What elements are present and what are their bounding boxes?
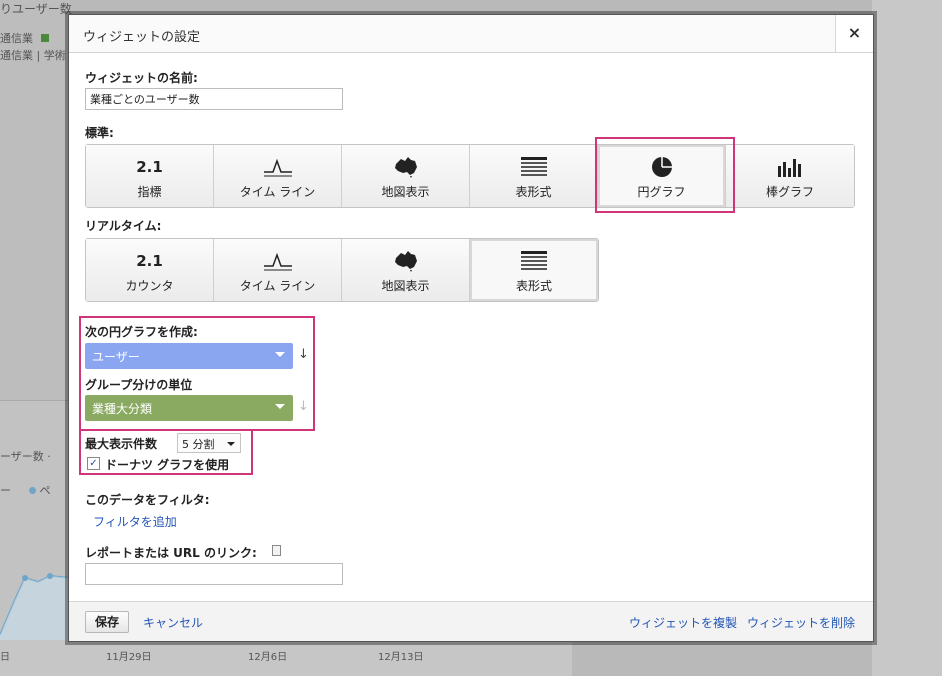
type-label: 棒グラフ [765,185,814,199]
axis-label: 12月6日 [248,652,288,663]
background-series-legend: ー ペ [0,484,51,497]
realtime-timeline-button[interactable]: タイム ライン [214,239,342,301]
type-label: タイム ライン [239,185,316,199]
background-line-chart [0,573,70,640]
chevron-down-icon [227,442,235,446]
map-australia-icon [342,250,469,272]
document-icon [272,545,281,556]
table-icon [470,156,597,178]
type-label: 地図表示 [381,279,430,293]
chevron-down-icon [275,404,285,409]
background-legend: 通信業 [0,30,49,46]
dialog-title: ウィジェットの設定 [83,30,201,45]
background-title: りユーザー数 [0,2,72,16]
counter-icon: 2.1 [136,252,163,270]
type-label: 表形式 [515,185,552,199]
realtime-table-button[interactable]: 表形式 [470,239,598,301]
type-label: カウンタ [125,279,174,293]
delete-widget-link[interactable]: ウィジェットを削除 [747,614,855,631]
timeline-icon [214,250,341,272]
dialog-footer: 保存 キャンセル ウィジェットを複製 ウィジェットを削除 [69,601,873,641]
realtime-counter-button[interactable]: 2.1 カウンタ [86,239,214,301]
background-section-label: ーザー数 · [0,450,51,463]
group-dropdown-value: 業種大分類 [92,402,153,416]
dialog-body: ウィジェットの名前: 標準: 2.1 指標 タイム ライン 地図表示 [69,53,873,601]
table-icon [470,250,598,272]
realtime-map-button[interactable]: 地図表示 [342,239,470,301]
map-australia-icon [342,156,469,178]
close-button[interactable]: × [835,15,873,52]
dialog-header: ウィジェットの設定 × [69,15,873,53]
type-label: 指標 [137,185,162,199]
add-filter-link[interactable]: フィルタを追加 [93,513,177,530]
pie-highlight-box [595,137,735,213]
background-right-panel [872,0,942,676]
type-bar-button[interactable]: 棒グラフ [726,145,854,207]
arrow-down-icon: ↓ [298,399,309,414]
group-dropdown[interactable]: 業種大分類 [85,395,293,421]
realtime-label: リアルタイム: [85,219,162,233]
max-items-value: 5 分割 [182,438,215,451]
legend-swatch [41,34,49,42]
axis-label: 11月29日 [106,652,152,663]
standard-type-group: 2.1 指標 タイム ライン 地図表示 表形式 円グラフ 棒グラフ [85,144,855,208]
metric-dropdown-value: ユーザー [92,350,140,364]
duplicate-widget-link[interactable]: ウィジェットを複製 [629,614,737,631]
realtime-type-group: 2.1 カウンタ タイム ライン 地図表示 表形式 [85,238,599,302]
bar-chart-icon [726,156,854,178]
save-button[interactable]: 保存 [85,611,129,633]
report-link-label: レポートまたは URL のリンク: [85,546,257,560]
background-legend-2: 通信業 | 学術 [0,49,66,62]
metric-icon: 2.1 [136,158,163,176]
widget-name-label: ウィジェットの名前: [85,71,198,85]
donut-checkbox[interactable]: ✓ [87,457,100,470]
type-timeline-button[interactable]: タイム ライン [214,145,342,207]
type-table-button[interactable]: 表形式 [470,145,598,207]
widget-name-input[interactable] [85,88,343,110]
type-label: タイム ライン [239,279,316,293]
type-label: 表形式 [515,279,552,293]
donut-label: ドーナツ グラフを使用 [105,458,230,472]
timeline-icon [214,156,341,178]
axis-label: 12月13日 [378,652,424,663]
type-label: 地図表示 [381,185,430,199]
filter-label: このデータをフィルタ: [85,493,210,507]
axis-label: 日 [0,652,10,663]
pie-create-label: 次の円グラフを作成: [85,325,198,339]
arrow-down-icon[interactable]: ↓ [298,347,309,362]
series-dot [29,487,36,494]
cancel-link[interactable]: キャンセル [143,614,203,631]
max-items-select[interactable]: 5 分割 [177,433,241,453]
chevron-down-icon [275,352,285,357]
group-label: グループ分けの単位 [85,378,193,392]
report-link-input[interactable] [85,563,343,585]
type-metric-button[interactable]: 2.1 指標 [86,145,214,207]
standard-label: 標準: [85,126,114,140]
type-map-button[interactable]: 地図表示 [342,145,470,207]
metric-dropdown[interactable]: ユーザー [85,343,293,369]
widget-settings-dialog: ウィジェットの設定 × ウィジェットの名前: 標準: 2.1 指標 タイム ライ… [68,14,874,642]
max-items-label: 最大表示件数 [85,437,158,451]
